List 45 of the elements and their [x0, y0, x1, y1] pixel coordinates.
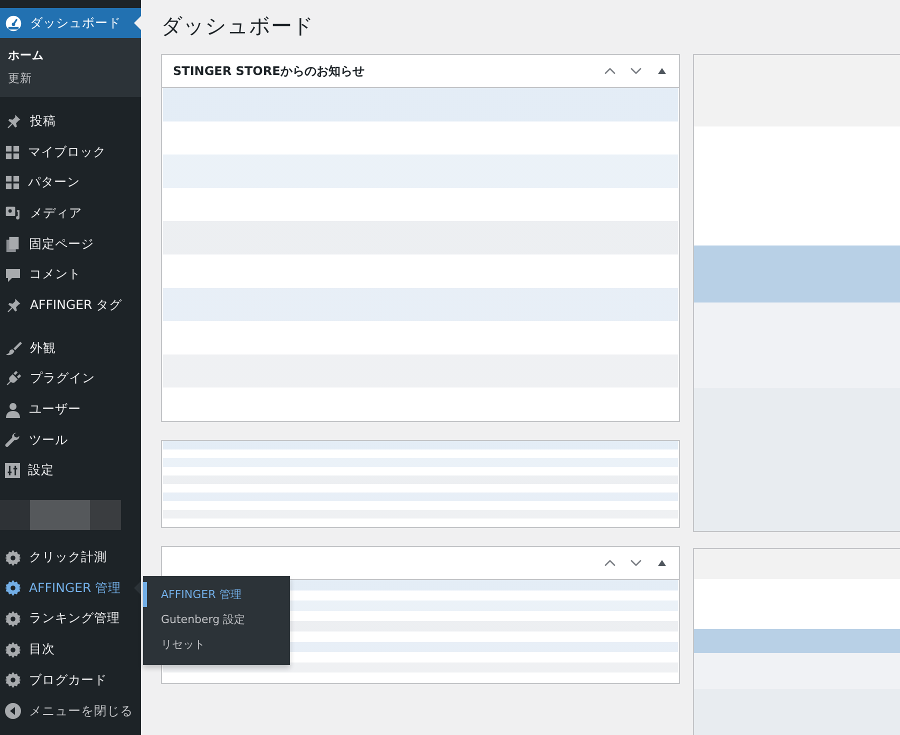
menu-item[interactable]: 目次: [0, 634, 141, 665]
settings-icon: [5, 463, 20, 478]
pin-icon: [5, 112, 22, 130]
gear-icon: [5, 642, 21, 658]
menu-item[interactable]: 投稿: [0, 106, 141, 137]
menu-item[interactable]: 固定ページ: [0, 228, 141, 260]
menu-item[interactable]: 外観: [0, 332, 141, 364]
menu-item[interactable]: AFFINGER タグ: [0, 290, 141, 321]
comment-icon: [5, 266, 21, 283]
media-icon: [5, 204, 22, 222]
pin-icon: [5, 296, 22, 314]
menu-item[interactable]: マイブロック: [0, 136, 141, 168]
menu-item[interactable]: ブログカード: [0, 665, 141, 696]
grid-icon: [5, 144, 20, 160]
triangle-up-icon: [658, 560, 666, 566]
user-icon: [5, 402, 21, 418]
submenu-item[interactable]: Gutenberg 設定: [143, 607, 290, 632]
menu-item[interactable]: ツール: [0, 424, 141, 456]
menu-item[interactable]: メディア: [0, 198, 141, 229]
wrench-icon: [5, 432, 21, 448]
menu-item[interactable]: プラグイン: [0, 364, 141, 394]
menu-item[interactable]: ユーザー: [0, 394, 141, 425]
menu-item[interactable]: 設定: [0, 456, 141, 486]
menu-item[interactable]: コメント: [0, 259, 141, 290]
menu-item[interactable]: ランキング管理: [0, 604, 141, 634]
gear-icon: [5, 672, 21, 688]
menu-item[interactable]: ダッシュボード: [0, 8, 141, 38]
gauge-icon: [5, 14, 22, 32]
submenu-item[interactable]: ホーム: [0, 44, 141, 67]
plug-icon: [5, 370, 22, 388]
grid-icon: [5, 175, 20, 190]
pages-icon: [5, 236, 21, 253]
menu-item[interactable]: クリック計測: [0, 542, 141, 573]
collapse-icon: [5, 703, 21, 720]
submenu-item[interactable]: リセット: [143, 632, 290, 657]
page-title: ダッシュボード: [161, 13, 315, 40]
gear-icon: [5, 550, 21, 566]
triangle-up-icon: [658, 68, 666, 74]
gear-icon: [5, 610, 21, 627]
panel-title: STINGER STOREからのお知らせ: [173, 62, 366, 80]
menu-item[interactable]: パターン: [0, 167, 141, 198]
gear-icon: [5, 580, 21, 596]
menu-item[interactable]: メニューを閉じる: [0, 696, 141, 726]
submenu-item[interactable]: 更新: [0, 67, 141, 90]
paintbrush-icon: [5, 340, 22, 357]
